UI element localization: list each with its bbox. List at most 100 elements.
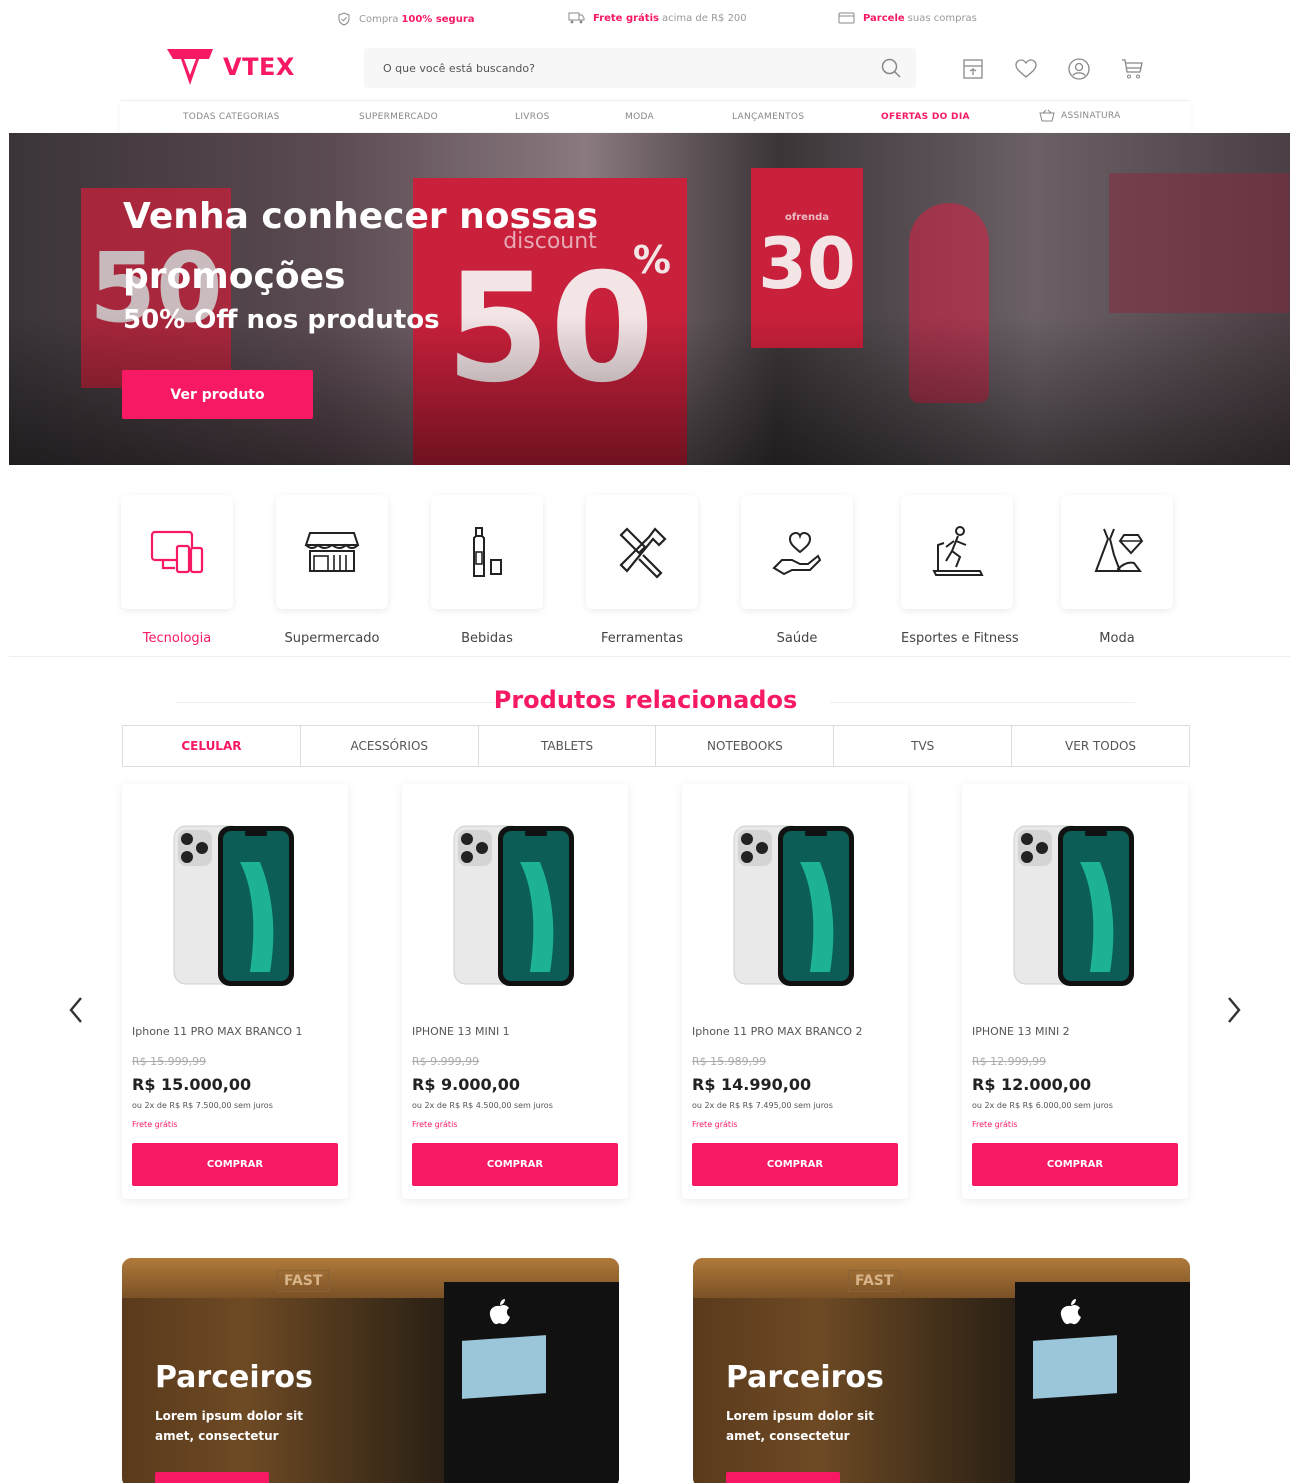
tab-notebooks[interactable]: NOTEBOOKS — [656, 726, 835, 766]
buy-button[interactable]: COMPRAR — [692, 1143, 898, 1186]
product-card[interactable]: Iphone 11 PRO MAX BRANCO 1 R$ 15.999,99 … — [122, 784, 348, 1199]
tab-tvs[interactable]: TVS — [834, 726, 1013, 766]
truck-icon — [568, 12, 585, 24]
phone-image — [453, 825, 574, 986]
buy-button[interactable]: COMPRAR — [972, 1143, 1178, 1186]
category-label: Esportes e Fitness — [901, 631, 1019, 646]
tab-tablets[interactable]: TABLETS — [479, 726, 657, 766]
secure-prefix: Compra — [359, 13, 399, 25]
treadmill-icon — [901, 495, 1013, 609]
product-price: R$ 15.000,00 — [132, 1075, 252, 1094]
product-card[interactable]: IPHONE 13 MINI 1 R$ 9.999,99 R$ 9.000,00… — [402, 784, 628, 1199]
installments-suffix: suas compras — [907, 12, 977, 24]
category-supermarket[interactable]: Supermercado — [276, 495, 388, 646]
product-installments: ou 2x de R$ R$ 7.500,00 sem juros — [132, 1101, 273, 1110]
hero-subtitle: 50% Off nos produtos — [123, 305, 440, 335]
hero-cta-button[interactable]: Ver produto — [122, 370, 313, 419]
vtex-logo[interactable]: VTEX — [165, 45, 295, 89]
search-bar[interactable]: O que você está buscando? — [364, 48, 916, 88]
installments-info: Parcele suas compras — [838, 12, 980, 24]
category-sports[interactable]: Esportes e Fitness — [901, 495, 1019, 646]
category-label: Supermercado — [284, 631, 380, 646]
partner-screen — [462, 1335, 546, 1399]
product-name[interactable]: IPHONE 13 MINI 2 — [972, 1025, 1070, 1038]
carousel-prev-arrow-icon[interactable] — [64, 993, 88, 1027]
product-installments: ou 2x de R$ R$ 4.500,00 sem juros — [412, 1101, 553, 1110]
category-tools[interactable]: Ferramentas — [586, 495, 698, 646]
tab-phones[interactable]: CELULAR — [123, 726, 301, 766]
secure-purchase-info: Compra 100% segura — [337, 12, 478, 26]
subscription-label: ASSINATURA — [1061, 111, 1121, 121]
carousel-next-arrow-icon[interactable] — [1222, 993, 1246, 1027]
nav-item-fashion[interactable]: MODA — [625, 112, 654, 122]
tab-view-all[interactable]: VER TODOS — [1012, 726, 1189, 766]
apple-logo-icon — [489, 1299, 510, 1325]
product-old-price: R$ 15.989,99 — [692, 1055, 767, 1068]
basket-icon — [1039, 109, 1055, 122]
nav-item-all-categories[interactable]: TODAS CATEGORIAS — [183, 112, 280, 122]
apple-logo-icon — [1060, 1299, 1081, 1325]
category-label: Tecnologia — [142, 631, 212, 646]
category-label: Saúde — [776, 631, 818, 646]
tools-icon — [586, 495, 698, 609]
partner-banner[interactable]: FAST Parceiros Lorem ipsum dolor sit ame… — [122, 1258, 619, 1483]
product-old-price: R$ 9.999,99 — [412, 1055, 480, 1068]
product-price: R$ 14.990,00 — [692, 1075, 812, 1094]
vtex-logo-mark-icon — [167, 49, 213, 85]
nav-item-books[interactable]: LIVROS — [515, 112, 550, 122]
user-icon[interactable] — [1066, 56, 1091, 81]
buy-button[interactable]: COMPRAR — [132, 1143, 338, 1186]
product-name[interactable]: IPHONE 13 MINI 1 — [412, 1025, 510, 1038]
partner-text: Lorem ipsum dolor sit amet, consectetur — [155, 1409, 303, 1443]
free-shipping-info: Frete grátis acima de R$ 200 — [568, 12, 750, 24]
partner-store-sign: FAST — [848, 1270, 901, 1292]
category-label: Ferramentas — [601, 631, 683, 646]
product-name[interactable]: Iphone 11 PRO MAX BRANCO 2 — [692, 1025, 862, 1038]
heart-icon[interactable] — [1013, 56, 1038, 81]
category-list: Tecnologia Supermercado Bebidas Ferramen… — [0, 495, 1291, 655]
nav-item-supermarket[interactable]: SUPERMERCADO — [359, 112, 438, 122]
dress-icon — [1061, 495, 1173, 609]
credit-card-icon — [838, 12, 855, 24]
partner-store-sign: FAST — [277, 1270, 330, 1292]
phone-image — [733, 825, 854, 986]
store-icon[interactable] — [960, 56, 985, 81]
shipping-suffix: acima de R$ 200 — [661, 12, 747, 24]
partner-banner[interactable]: FAST Parceiros Lorem ipsum dolor sit ame… — [693, 1258, 1190, 1483]
product-tabs: CELULAR ACESSÓRIOS TABLETS NOTEBOOKS TVS… — [122, 725, 1190, 767]
header-actions — [960, 56, 1144, 81]
partner-button[interactable] — [726, 1472, 840, 1483]
product-shipping: Frete grátis — [972, 1120, 1018, 1129]
phone-image — [173, 825, 294, 986]
nav-item-daily-offers[interactable]: OFERTAS DO DIA — [881, 112, 970, 122]
cart-icon[interactable] — [1119, 56, 1144, 81]
product-card[interactable]: Iphone 11 PRO MAX BRANCO 2 R$ 15.989,99 … — [682, 784, 908, 1199]
product-shipping: Frete grátis — [412, 1120, 458, 1129]
hero-title: Venha conhecer nossas promoções — [123, 196, 599, 297]
product-name[interactable]: Iphone 11 PRO MAX BRANCO 1 — [132, 1025, 302, 1038]
product-price: R$ 9.000,00 — [412, 1075, 520, 1094]
product-installments: ou 2x de R$ R$ 6.000,00 sem juros — [972, 1101, 1113, 1110]
phone-image — [1013, 825, 1134, 986]
installments-highlight: Parcele — [863, 12, 905, 24]
category-drinks[interactable]: Bebidas — [431, 495, 543, 646]
buy-button[interactable]: COMPRAR — [412, 1143, 618, 1186]
category-health[interactable]: Saúde — [741, 495, 853, 646]
devices-icon — [121, 495, 233, 609]
bottle-icon — [431, 495, 543, 609]
secure-highlight: 100% segura — [401, 13, 475, 25]
partner-button[interactable] — [155, 1472, 269, 1483]
product-card[interactable]: IPHONE 13 MINI 2 R$ 12.999,99 R$ 12.000,… — [962, 784, 1188, 1199]
shield-check-icon — [338, 12, 350, 26]
nav-item-subscription[interactable]: ASSINATURA — [1039, 109, 1121, 122]
section-divider — [9, 656, 1290, 657]
category-technology[interactable]: Tecnologia — [121, 495, 233, 646]
search-input[interactable]: O que você está buscando? — [383, 62, 880, 75]
tab-accessories[interactable]: ACESSÓRIOS — [301, 726, 479, 766]
main-nav: TODAS CATEGORIAS SUPERMERCADO LIVROS MOD… — [120, 100, 1190, 132]
partner-title: Parceiros — [155, 1360, 313, 1395]
nav-item-launches[interactable]: LANÇAMENTOS — [732, 112, 804, 122]
search-icon[interactable] — [880, 57, 902, 79]
product-price: R$ 12.000,00 — [972, 1075, 1092, 1094]
category-fashion[interactable]: Moda — [1061, 495, 1173, 646]
